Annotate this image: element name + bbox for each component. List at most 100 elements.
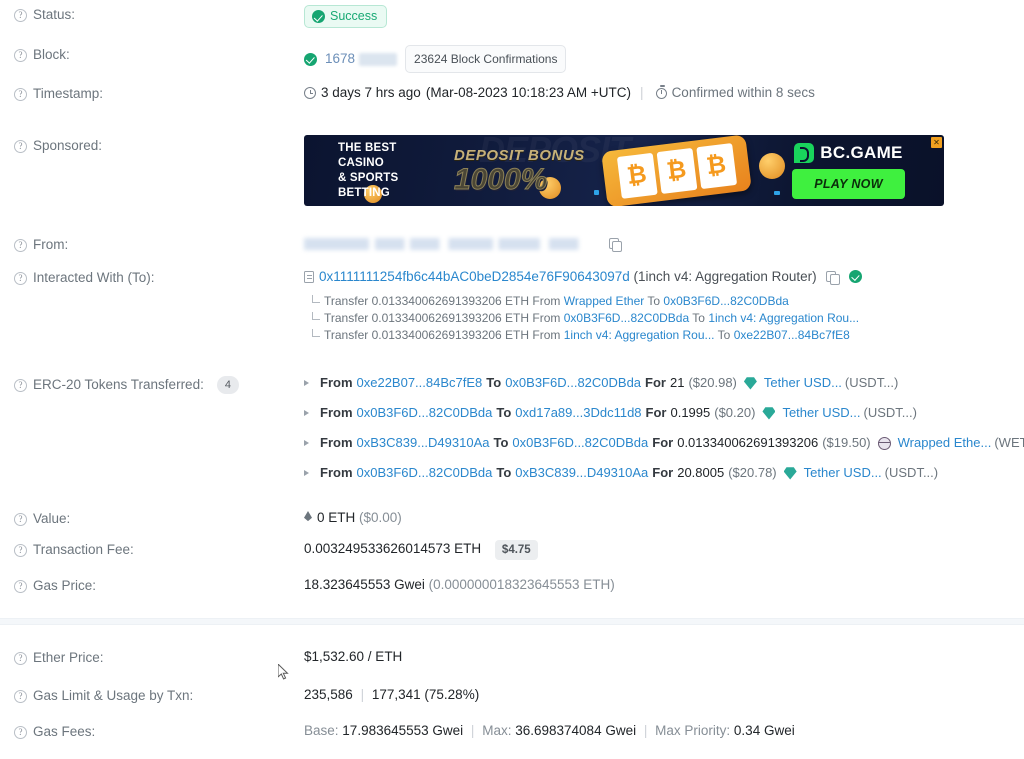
label-transaction-fee-text: Transaction Fee: — [33, 542, 134, 557]
internal-transfer-row: Transfer 0.013340062691393206 ETH From W… — [304, 293, 1024, 310]
tree-branch-icon — [312, 329, 320, 337]
transaction-fee-eth: 0.003249533626014573 ETH — [304, 541, 482, 556]
help-icon[interactable]: ? — [14, 580, 27, 593]
transfer-from-link[interactable]: 1inch v4: Aggregation Rou... — [564, 328, 715, 342]
chevron-right-icon[interactable] — [304, 440, 309, 446]
transfer-from-link[interactable]: Wrapped Ether — [564, 294, 645, 308]
bitcoin-icon: ₿ — [656, 147, 697, 195]
erc20-from-label: From — [320, 465, 353, 480]
erc20-to-label: To — [493, 435, 509, 450]
help-icon[interactable]: ? — [14, 140, 27, 153]
label-value: ? Value: — [14, 508, 304, 528]
contract-address-link[interactable]: 0x1111111254fb6c44bAC0beD2854e76F9064309… — [319, 269, 630, 284]
gas-limit-amount: 235,586 — [304, 687, 353, 702]
transfer-to-link[interactable]: 1inch v4: Aggregation Rou... — [708, 311, 859, 325]
label-erc20: ? ERC-20 Tokens Transferred: 4 — [14, 374, 304, 394]
banner-tagline: THE BEST CASINO & SPORTS BETTING — [304, 141, 444, 201]
block-number[interactable]: 1678 — [325, 50, 355, 68]
label-sponsored: ? Sponsored: — [14, 135, 304, 155]
help-icon[interactable]: ? — [14, 652, 27, 665]
label-ether-price: ? Ether Price: — [14, 647, 304, 667]
row-timestamp: ? Timestamp: 3 days 7 hrs ago (Mar-08-20… — [0, 73, 1024, 109]
section-divider — [0, 618, 1024, 625]
timestamp-exact: (Mar-08-2023 10:18:23 AM +UTC) — [425, 85, 632, 100]
play-now-button[interactable]: PLAY NOW — [792, 168, 905, 199]
erc20-to-link[interactable]: 0x0B3F6D...82C0DBda — [505, 374, 641, 392]
erc20-token-link[interactable]: Tether USD... — [764, 374, 842, 392]
label-status: ? Status: — [14, 4, 304, 24]
block-number-redacted — [359, 52, 398, 66]
erc20-from-label: From — [320, 405, 353, 420]
erc20-token-link[interactable]: Tether USD... — [782, 404, 860, 422]
help-icon[interactable]: ? — [14, 726, 27, 739]
chevron-right-icon[interactable] — [304, 410, 309, 416]
erc20-amount: 20.8005 — [677, 465, 725, 480]
value-gas-price: 18.323645553 Gwei (0.000000018323645553 … — [304, 575, 1024, 594]
copy-icon[interactable] — [826, 271, 840, 286]
label-sponsored-text: Sponsored: — [33, 138, 103, 153]
transfer-to-link[interactable]: 0xe22B07...84Bc7fE8 — [734, 328, 850, 342]
erc20-token-link[interactable]: Tether USD... — [804, 464, 882, 482]
erc20-from-link[interactable]: 0x0B3F6D...82C0DBda — [357, 404, 493, 422]
contract-name-tag: (1inch v4: Aggregation Router) — [633, 269, 817, 284]
label-interacted-with-text: Interacted With (To): — [33, 270, 155, 285]
chevron-right-icon[interactable] — [304, 470, 309, 476]
check-circle-icon — [312, 10, 325, 23]
help-icon[interactable]: ? — [14, 544, 27, 557]
value-ether-price: $1,532.60 / ETH — [304, 649, 403, 664]
help-icon[interactable]: ? — [14, 9, 27, 22]
erc20-to-link[interactable]: 0xB3C839...D49310Aa — [515, 464, 648, 482]
erc20-usd: ($20.98) — [688, 375, 737, 390]
transfer-prefix: Transfer — [324, 311, 369, 325]
transfer-prefix: Transfer — [324, 294, 369, 308]
erc20-count-badge: 4 — [216, 376, 239, 394]
sponsored-banner[interactable]: DEPOSIT THE BEST CASINO & SPORTS BETTING… — [304, 135, 944, 206]
help-icon[interactable]: ? — [14, 239, 27, 252]
erc20-amount: 21 — [670, 375, 685, 390]
banner-cta-area: BC.GAME PLAY NOW — [761, 135, 936, 206]
row-value: ? Value: 0 ETH ($0.00) — [0, 482, 1024, 528]
erc20-transfer-row: From 0xe22B07...84Bc7fE8 To 0x0B3F6D...8… — [304, 374, 1024, 392]
chevron-right-icon[interactable] — [304, 380, 309, 386]
erc20-amount: 0.013340062691393206 — [677, 435, 819, 450]
transfer-from-link[interactable]: 0x0B3F6D...82C0DBda — [564, 311, 689, 325]
label-gas-fees: ? Gas Fees: — [14, 721, 304, 741]
ethereum-icon — [304, 511, 312, 522]
help-icon[interactable]: ? — [14, 49, 27, 62]
help-icon[interactable]: ? — [14, 513, 27, 526]
value-status: Success — [304, 4, 1024, 28]
erc20-from-link[interactable]: 0xB3C839...D49310Aa — [357, 434, 490, 452]
help-icon[interactable]: ? — [14, 272, 27, 285]
erc20-to-link[interactable]: 0x0B3F6D...82C0DBda — [512, 434, 648, 452]
erc20-from-link[interactable]: 0x0B3F6D...82C0DBda — [357, 464, 493, 482]
erc20-for-label: For — [652, 435, 674, 450]
erc20-transfer-row: From 0xB3C839...D49310Aa To 0x0B3F6D...8… — [304, 434, 1024, 452]
help-icon[interactable]: ? — [14, 88, 27, 101]
help-icon[interactable]: ? — [14, 690, 27, 703]
gas-limit-separator: | — [360, 687, 365, 702]
help-icon[interactable]: ? — [14, 379, 27, 392]
status-badge-label: Success — [330, 9, 378, 23]
erc20-usd: ($19.50) — [822, 435, 871, 450]
transfer-to-label: To — [717, 328, 731, 342]
label-gas-price: ? Gas Price: — [14, 575, 304, 595]
copy-icon[interactable] — [608, 238, 623, 253]
erc20-to-link[interactable]: 0xd17a89...3Ddc11d8 — [515, 404, 641, 422]
label-status-text: Status: — [33, 7, 76, 22]
transfer-from-label: From — [532, 294, 561, 308]
row-status: ? Status: Success — [0, 0, 1024, 36]
transfer-to-label: To — [692, 311, 705, 325]
tether-gem-icon — [783, 467, 797, 480]
erc20-token-link[interactable]: Wrapped Ethe... — [898, 434, 992, 452]
transfer-to-link[interactable]: 0x0B3F6D...82C0DBda — [663, 294, 788, 308]
banner-tagline-line2: & SPORTS BETTING — [338, 171, 399, 199]
label-block-text: Block: — [33, 47, 70, 62]
erc20-from-link[interactable]: 0xe22B07...84Bc7fE8 — [357, 374, 483, 392]
erc20-token-symbol: (WETH...) — [994, 435, 1024, 450]
label-gas-limit: ? Gas Limit & Usage by Txn: — [14, 685, 304, 705]
erc20-transfer-row: From 0x0B3F6D...82C0DBda To 0xB3C839...D… — [304, 464, 1024, 482]
close-icon[interactable]: ✕ — [931, 137, 942, 148]
row-sponsored: ? Sponsored: DEPOSIT THE BEST CASINO & S… — [0, 109, 1024, 206]
weth-icon — [877, 436, 891, 450]
label-from: ? From: — [14, 234, 304, 254]
